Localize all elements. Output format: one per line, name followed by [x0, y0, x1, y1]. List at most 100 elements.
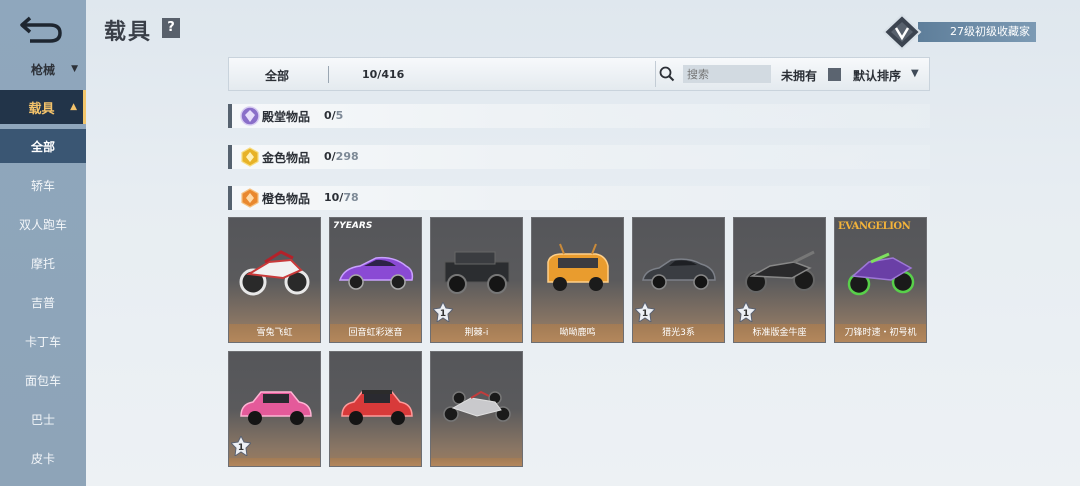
tier-badge-icon: 1	[433, 302, 453, 322]
vehicle-name: 荆棘-i	[431, 324, 522, 342]
vehicle-name: 雪兔飞虹	[229, 324, 320, 342]
vehicle-name: 刀锋时速・初号机	[835, 324, 926, 342]
sidebar-item-pickup[interactable]: 皮卡	[0, 441, 86, 475]
sidebar-weapon-label: 枪械	[30, 62, 55, 77]
vehicle-card[interactable]: 1 标准版金牛座	[733, 217, 826, 343]
sidebar-item-two-seater[interactable]: 双人跑车	[0, 207, 86, 241]
page-title: 载具	[104, 20, 153, 45]
vehicle-card[interactable]	[329, 351, 422, 467]
divider	[328, 66, 329, 83]
collection-count: 10/416	[362, 68, 405, 81]
category-owned: 0/	[324, 150, 336, 163]
tier-number: 1	[238, 443, 244, 453]
mini-car-icon	[240, 391, 312, 425]
chevron-up-icon: ▲	[70, 102, 77, 112]
category-accent	[228, 145, 232, 169]
orange-gem-icon	[241, 188, 259, 208]
gold-gem-icon	[241, 147, 259, 167]
tier-number: 1	[440, 309, 446, 319]
sidebar-item-weapon[interactable]: 枪械 ▼	[0, 52, 86, 86]
sidebar-item-all[interactable]: 全部	[0, 129, 86, 163]
vehicle-name	[431, 458, 522, 466]
sidebar-item-label: 双人跑车	[18, 217, 67, 232]
sidebar-item-label: 轿车	[30, 178, 55, 193]
motorcycle-icon	[847, 252, 915, 296]
sports-car-icon	[338, 256, 414, 290]
category-accent	[228, 104, 232, 128]
sidebar-item-sedan[interactable]: 轿车	[0, 168, 86, 202]
brand-logo: 7YEARS	[333, 221, 373, 231]
sidebar-item-label: 面包车	[24, 373, 61, 388]
hall-gem-icon	[240, 106, 260, 126]
category-label: 金色物品	[262, 151, 311, 165]
filter-tab-all[interactable]: 全部	[265, 67, 289, 84]
category-label: 橙色物品	[262, 192, 311, 206]
vehicle-name: 呦呦鹿鸣	[532, 324, 623, 342]
category-count: 0/5	[324, 109, 343, 122]
back-arrow-icon	[20, 16, 62, 43]
tier-badge-icon: 1	[635, 302, 655, 322]
vehicle-name: 猎光3系	[633, 324, 724, 342]
sidebar-item-label: 吉普	[30, 295, 55, 310]
category-row-orange[interactable]: 橙色物品 10/78	[228, 186, 930, 210]
unowned-filter-label: 未拥有	[781, 69, 818, 83]
sidebar-item-bus[interactable]: 巴士	[0, 402, 86, 436]
sidebar-vehicle-label: 载具	[28, 101, 55, 117]
search-icon[interactable]	[659, 66, 675, 82]
category-total: 5	[335, 109, 344, 122]
vehicle-card[interactable]: 呦呦鹿鸣	[531, 217, 624, 343]
chevron-down-icon: ▼	[71, 64, 78, 74]
sidebar-item-label: 全部	[30, 139, 55, 154]
filter-bar: 全部 10/416 未拥有 默认排序 ▼	[228, 57, 930, 91]
vehicle-card[interactable]: 雪兔飞虹	[228, 217, 321, 343]
tier-badge-icon: 1	[231, 436, 251, 456]
search-input[interactable]	[683, 65, 771, 83]
category-row-gold[interactable]: 金色物品 0/298	[228, 145, 930, 169]
vehicle-name: 回音虹彩迷音	[330, 324, 421, 342]
category-count: 10/78	[324, 191, 359, 204]
vehicle-name: 标准版金牛座	[734, 324, 825, 342]
collector-rank-badge[interactable]: 27级初级收藏家	[918, 22, 1036, 42]
vehicle-card[interactable]: EVANGELION 刀锋时速・初号机	[834, 217, 927, 343]
mini-car-icon	[341, 390, 413, 425]
eva-logo: EVANGELION	[838, 221, 911, 232]
sidebar-item-label: 巴士	[30, 412, 55, 427]
chevron-down-icon[interactable]: ▼	[911, 68, 919, 79]
jeep-icon	[444, 251, 510, 294]
sidebar-item-kart[interactable]: 卡丁车	[0, 324, 86, 358]
motorcycle-icon	[239, 250, 310, 296]
vehicle-card[interactable]	[430, 351, 523, 467]
sidebar-item-van[interactable]: 面包车	[0, 363, 86, 397]
vehicle-card[interactable]: 1	[228, 351, 321, 467]
kart-icon	[443, 390, 511, 422]
category-owned: 0/	[324, 109, 336, 122]
sidebar-item-jeep[interactable]: 吉普	[0, 285, 86, 319]
category-total: 298	[335, 150, 359, 163]
vehicle-card[interactable]: 1 猎光3系	[632, 217, 725, 343]
tier-number: 1	[642, 309, 648, 319]
sidebar-item-label: 皮卡	[30, 451, 55, 466]
sidebar-item-label: 卡丁车	[24, 334, 61, 349]
sidebar-item-label: 摩托	[30, 256, 55, 271]
tier-badge-icon: 1	[736, 302, 756, 322]
category-count: 0/298	[324, 150, 359, 163]
rank-emblem-icon	[882, 14, 922, 50]
category-owned: 10/	[324, 191, 344, 204]
tier-number: 1	[743, 309, 749, 319]
category-row-hall[interactable]: 殿堂物品 0/5	[228, 104, 930, 128]
vehicle-name	[229, 458, 320, 466]
sort-dropdown[interactable]: 默认排序	[853, 67, 901, 84]
vehicle-card[interactable]: 7YEARS 回音虹彩迷音	[329, 217, 422, 343]
category-label: 殿堂物品	[262, 110, 311, 124]
van-icon	[547, 243, 609, 291]
unowned-checkbox[interactable]	[828, 68, 841, 81]
back-button[interactable]	[18, 10, 68, 50]
vehicle-name	[330, 458, 421, 466]
vehicle-card[interactable]: 1 荆棘-i	[430, 217, 523, 343]
motorcycle-icon	[745, 250, 815, 293]
help-icon[interactable]: ?	[162, 18, 180, 38]
sidebar-item-vehicle[interactable]: 载具 ▲	[0, 90, 86, 124]
category-total: 78	[343, 191, 359, 204]
sedan-icon	[642, 258, 716, 290]
sidebar-item-motorcycle[interactable]: 摩托	[0, 246, 86, 280]
